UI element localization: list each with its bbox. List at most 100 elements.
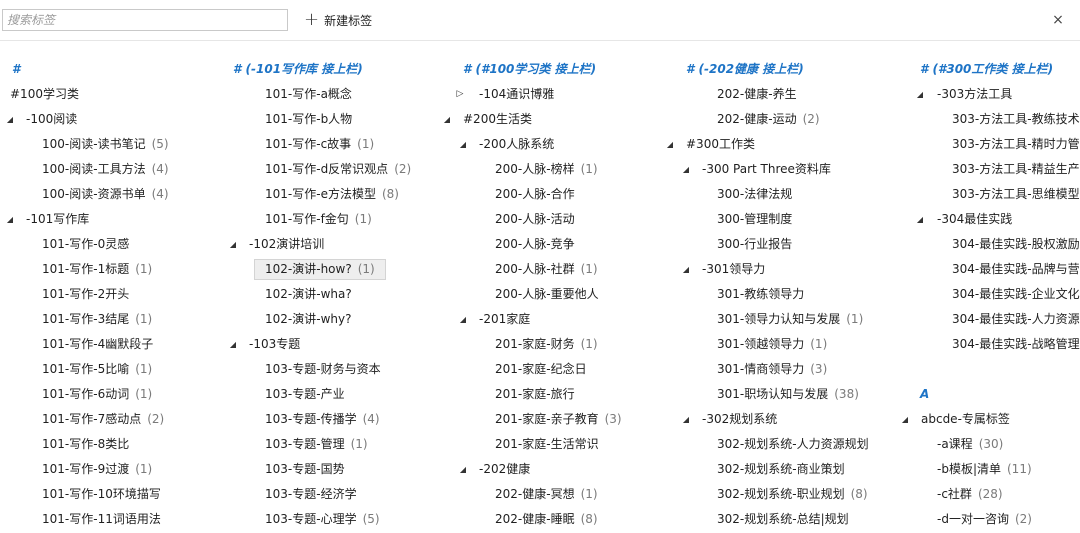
tag-label: 101-写作-b人物 <box>265 112 353 126</box>
tag-text: 102-演讲-how? (1) <box>265 257 375 282</box>
tag-text: -201家庭 <box>479 307 530 332</box>
tag-text: 201-家庭-亲子教育 (3) <box>495 407 622 432</box>
tag-text: 101-写作-3结尾 (1) <box>42 307 152 332</box>
new-tag-button[interactable]: + 新建标签 <box>304 11 372 29</box>
tag-count: (1) <box>135 262 153 276</box>
group-header-label: # (#100学习类 接上栏) <box>463 62 597 76</box>
tag-count: (1) <box>580 262 598 276</box>
tag-count: (1) <box>810 337 828 351</box>
tag-text: 101-写作-e方法模型 (8) <box>265 182 399 207</box>
tag-label: -103专题 <box>249 337 301 351</box>
tag-label: -b模板|清单 <box>937 462 1001 476</box>
tag-count: (4) <box>151 162 169 176</box>
tag-label: -303方法工具 <box>937 87 1013 101</box>
expanded-arrow-icon[interactable]: ◢ <box>227 332 239 357</box>
tag-text: 101-写作-10环境描写 <box>42 482 161 507</box>
tag-text: 101-写作-4幽默段子 <box>42 332 153 357</box>
tag-label: 101-写作-f金句 <box>265 212 349 226</box>
top-toolbar: + 新建标签 × <box>0 0 1080 41</box>
expanded-arrow-icon[interactable]: ◢ <box>457 457 469 482</box>
tag-text: 101-写作-b人物 <box>265 107 352 132</box>
expanded-arrow-icon[interactable]: ◢ <box>664 132 676 157</box>
search-input[interactable] <box>2 9 288 31</box>
tag-text: -200人脉系统 <box>479 132 554 157</box>
tag-text: #200生活类 <box>463 107 532 132</box>
tag-text: 303-方法工具-精益生产 <box>952 157 1080 182</box>
expanded-arrow-icon[interactable]: ◢ <box>914 82 926 107</box>
tag-label: 200-人脉-合作 <box>495 187 575 201</box>
group-header-label: # (#300工作类 接上栏) <box>920 62 1054 76</box>
tag-text: #100学习类 <box>10 82 79 107</box>
tag-label: 303-方法工具-教练技术 <box>952 112 1080 126</box>
tag-text: # (#300工作类 接上栏) <box>920 57 1053 81</box>
expanded-arrow-icon[interactable]: ◢ <box>680 407 692 432</box>
tag-text: -302规划系统 <box>702 407 777 432</box>
tag-label: -201家庭 <box>479 312 531 326</box>
tag-label: #200生活类 <box>463 112 532 126</box>
expanded-arrow-icon[interactable]: ◢ <box>441 107 453 132</box>
tag-label: 101-写作-d反常识观点 <box>265 162 389 176</box>
tag-count: (1) <box>580 487 598 501</box>
expanded-arrow-icon[interactable]: ◢ <box>899 407 911 432</box>
tag-label: 101-写作-0灵感 <box>42 237 130 251</box>
tag-label: 302-规划系统-职业规划 <box>717 487 845 501</box>
tag-count: (3) <box>810 362 828 376</box>
tag-label: 200-人脉-重要他人 <box>495 287 599 301</box>
tag-label: #100学习类 <box>10 87 79 101</box>
tag-text: -101写作库 <box>26 207 89 232</box>
tag-text: -d一对一咨询 (2) <box>937 507 1032 532</box>
expanded-arrow-icon[interactable]: ◢ <box>457 307 469 332</box>
tag-text: 100-阅读-读书笔记 (5) <box>42 132 169 157</box>
tag-count: (1) <box>357 137 375 151</box>
tag-label: -302规划系统 <box>702 412 778 426</box>
close-icon[interactable]: × <box>1050 11 1066 29</box>
expanded-arrow-icon[interactable]: ◢ <box>227 232 239 257</box>
tag-label: 103-专题-管理 <box>265 437 345 451</box>
tag-label: -104通识博雅 <box>479 87 555 101</box>
tag-text: # (#100学习类 接上栏) <box>463 57 596 81</box>
tag-text: 100-阅读-资源书单 (4) <box>42 182 169 207</box>
tag-label: 304-最佳实践-股权激励 <box>952 237 1080 251</box>
tag-text: 202-健康-运动 (2) <box>717 107 820 132</box>
tag-label: -304最佳实践 <box>937 212 1013 226</box>
tag-text: 200-人脉-竞争 <box>495 232 575 257</box>
tag-text: 101-写作-11词语用法 <box>42 507 161 532</box>
expanded-arrow-icon[interactable]: ◢ <box>4 107 16 132</box>
tag-count: (8) <box>580 512 598 526</box>
collapsed-arrow-icon[interactable]: ▷ <box>454 82 466 107</box>
tag-text: 304-最佳实践-人力资源 <box>952 307 1080 332</box>
tag-label: 103-专题-国势 <box>265 462 345 476</box>
tag-count: (1) <box>135 362 153 376</box>
tag-text: 301-领越领导力 (1) <box>717 332 827 357</box>
tag-count: (1) <box>354 212 372 226</box>
tag-text: 102-演讲-why? <box>265 307 351 332</box>
tag-text: 302-规划系统-总结|规划 <box>717 507 849 532</box>
tag-label: -300 Part Three资料库 <box>702 162 831 176</box>
tag-label: 301-情商领导力 <box>717 362 805 376</box>
tag-text: 101-写作-0灵感 <box>42 232 129 257</box>
group-header-label: A <box>920 387 930 401</box>
tag-label: 302-规划系统-总结|规划 <box>717 512 849 526</box>
expanded-arrow-icon[interactable]: ◢ <box>680 157 692 182</box>
tag-count: (4) <box>362 412 380 426</box>
tag-label: 201-家庭-亲子教育 <box>495 412 599 426</box>
tag-text: 200-人脉-榜样 (1) <box>495 157 598 182</box>
group-header-label: # (-101写作库 接上栏) <box>233 62 363 76</box>
tag-text: 101-写作-d反常识观点 (2) <box>265 157 411 182</box>
tag-text: 103-专题-心理学 (5) <box>265 507 380 532</box>
tag-text: 304-最佳实践-战略管理 <box>952 332 1080 357</box>
tag-label: 201-家庭-财务 <box>495 337 575 351</box>
tag-count: (1) <box>580 337 598 351</box>
expanded-arrow-icon[interactable]: ◢ <box>680 257 692 282</box>
tag-label: 300-管理制度 <box>717 212 793 226</box>
tag-label: 101-写作-a概念 <box>265 87 352 101</box>
expanded-arrow-icon[interactable]: ◢ <box>4 207 16 232</box>
expanded-arrow-icon[interactable]: ◢ <box>457 132 469 157</box>
tag-label: -c社群 <box>937 487 972 501</box>
tag-label: -100阅读 <box>26 112 78 126</box>
tag-text: 201-家庭-财务 (1) <box>495 332 598 357</box>
tag-count: (1) <box>350 437 368 451</box>
tag-label: -200人脉系统 <box>479 137 555 151</box>
tag-text: 302-规划系统-职业规划 (8) <box>717 482 868 507</box>
expanded-arrow-icon[interactable]: ◢ <box>914 207 926 232</box>
